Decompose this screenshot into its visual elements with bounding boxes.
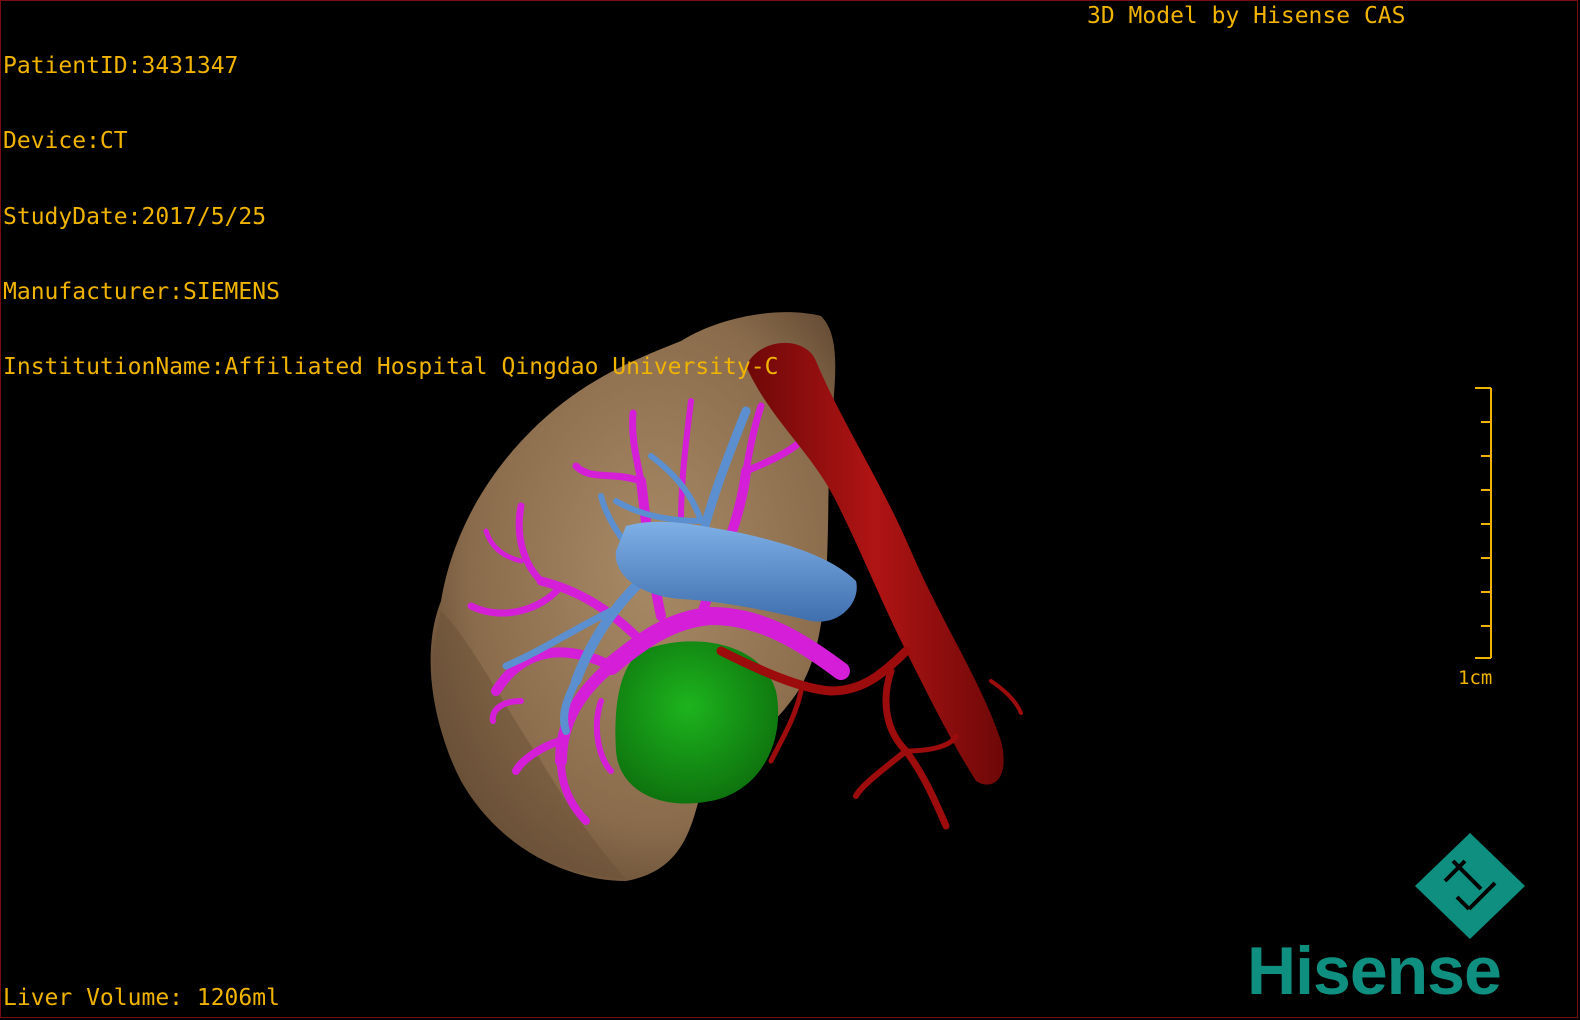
scale-bar [1475, 387, 1492, 659]
scale-bar-label: 1cm [1458, 667, 1493, 689]
study-date-text: StudyDate:2017/5/25 [3, 203, 267, 230]
3d-viewport[interactable]: PatientID:3431347 Device:CT StudyDate:20… [0, 0, 1578, 1018]
model-credit-text: 3D Model by Hisense CAS [1087, 3, 1406, 29]
liver-volume-text: Liver Volume: 1206ml [3, 985, 280, 1011]
institution-text: InstitutionName:Affiliated Hospital Qing… [3, 354, 779, 381]
manufacturer-text: Manufacturer:SIEMENS [3, 278, 280, 305]
dicom-metadata: PatientID:3431347 Device:CT StudyDate:20… [3, 4, 778, 430]
patient-id-text: PatientID:3431347 [3, 53, 239, 79]
hisense-diamond-icon [1415, 833, 1525, 939]
device-text: Device:CT [3, 128, 128, 155]
hisense-logo-text: Hisense [1247, 933, 1502, 1009]
